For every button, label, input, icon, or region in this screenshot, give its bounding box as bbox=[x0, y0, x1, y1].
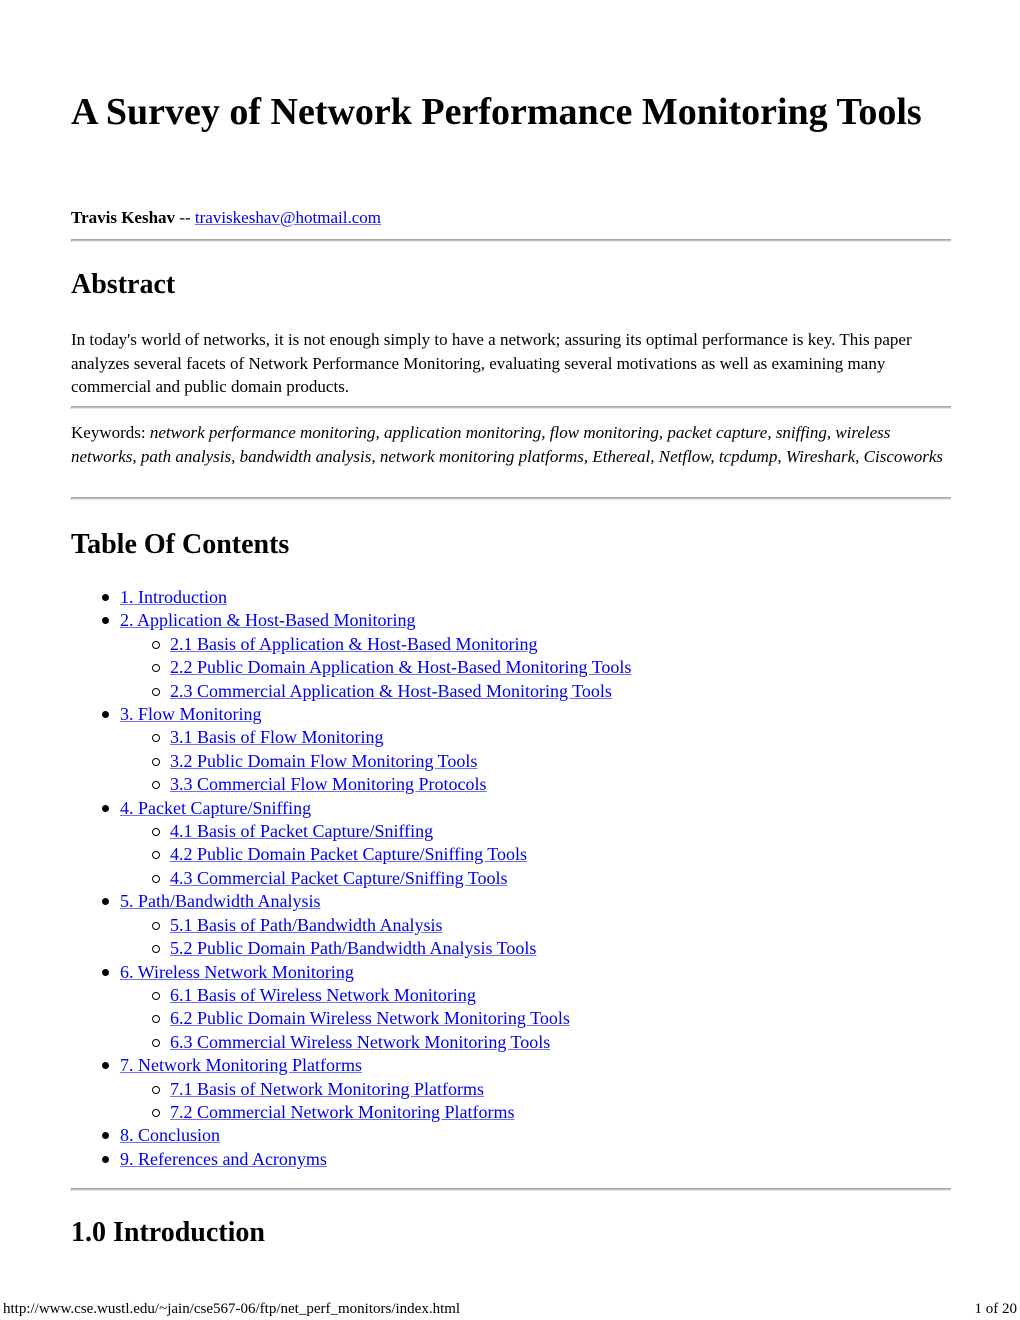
toc-subitem: 2.3 Commercial Application & Host-Based … bbox=[71, 680, 631, 703]
toc-link[interactable]: 1. Introduction bbox=[120, 587, 227, 607]
toc-subitem: 2.2 Public Domain Application & Host-Bas… bbox=[71, 656, 631, 679]
toc-subitem: 4.3 Commercial Packet Capture/Sniffing T… bbox=[71, 867, 631, 890]
divider bbox=[71, 239, 951, 242]
toc-link[interactable]: 8. Conclusion bbox=[120, 1125, 220, 1145]
toc-item: 7. Network Monitoring Platforms bbox=[71, 1054, 631, 1077]
abstract-text: In today's world of networks, it is not … bbox=[71, 330, 912, 396]
toc-item: 1. Introduction bbox=[71, 586, 631, 609]
toc-item: 5. Path/Bandwidth Analysis bbox=[71, 890, 631, 913]
toc-link[interactable]: 3.1 Basis of Flow Monitoring bbox=[170, 727, 384, 747]
divider bbox=[71, 1188, 951, 1191]
toc-subitem: 7.2 Commercial Network Monitoring Platfo… bbox=[71, 1101, 631, 1124]
toc-subitem: 3.3 Commercial Flow Monitoring Protocols bbox=[71, 773, 631, 796]
toc-link[interactable]: 6.3 Commercial Wireless Network Monitori… bbox=[170, 1032, 550, 1052]
footer-page-indicator: 1 of 20 bbox=[974, 1301, 1018, 1317]
toc-link[interactable]: 2.2 Public Domain Application & Host-Bas… bbox=[170, 657, 631, 677]
toc-heading: Table Of Contents bbox=[71, 529, 290, 560]
keywords-label: Keywords: bbox=[71, 423, 150, 442]
toc-link[interactable]: 4. Packet Capture/Sniffing bbox=[120, 798, 311, 818]
toc-subitem: 4.1 Basis of Packet Capture/Sniffing bbox=[71, 820, 631, 843]
author-separator: -- bbox=[175, 208, 195, 227]
author-name: Travis Keshav bbox=[71, 208, 176, 227]
toc-link[interactable]: 6. Wireless Network Monitoring bbox=[120, 962, 354, 982]
toc-link[interactable]: 3.3 Commercial Flow Monitoring Protocols bbox=[170, 774, 487, 794]
toc-subitem: 5.2 Public Domain Path/Bandwidth Analysi… bbox=[71, 937, 631, 960]
toc-subitem: 2.1 Basis of Application & Host-Based Mo… bbox=[71, 633, 631, 656]
divider bbox=[71, 497, 951, 500]
toc-subitem: 3.2 Public Domain Flow Monitoring Tools bbox=[71, 750, 631, 773]
toc-link[interactable]: 7. Network Monitoring Platforms bbox=[120, 1055, 362, 1075]
toc-link[interactable]: 2.1 Basis of Application & Host-Based Mo… bbox=[170, 634, 537, 654]
toc-link[interactable]: 4.2 Public Domain Packet Capture/Sniffin… bbox=[170, 844, 527, 864]
toc-subitem: 6.2 Public Domain Wireless Network Monit… bbox=[71, 1007, 631, 1030]
toc-link[interactable]: 4.3 Commercial Packet Capture/Sniffing T… bbox=[170, 868, 508, 888]
toc-link[interactable]: 5.1 Basis of Path/Bandwidth Analysis bbox=[170, 915, 443, 935]
toc-link[interactable]: 6.2 Public Domain Wireless Network Monit… bbox=[170, 1008, 570, 1028]
toc-item: 6. Wireless Network Monitoring bbox=[71, 961, 631, 984]
toc-subitem: 5.1 Basis of Path/Bandwidth Analysis bbox=[71, 914, 631, 937]
toc-item: 4. Packet Capture/Sniffing bbox=[71, 797, 631, 820]
toc-link[interactable]: 4.1 Basis of Packet Capture/Sniffing bbox=[170, 821, 433, 841]
author-line: Travis Keshav -- traviskeshav@hotmail.co… bbox=[71, 207, 381, 229]
divider bbox=[71, 406, 951, 409]
keywords: Keywords: network performance monitoring… bbox=[71, 421, 951, 468]
table-of-contents: 1. Introduction 2. Application & Host-Bas… bbox=[71, 586, 631, 1171]
page-title: A Survey of Network Performance Monitori… bbox=[71, 91, 922, 133]
toc-link[interactable]: 2. Application & Host-Based Monitoring bbox=[120, 610, 415, 630]
toc-link[interactable]: 6.1 Basis of Wireless Network Monitoring bbox=[170, 985, 476, 1005]
toc-link[interactable]: 9. References and Acronyms bbox=[120, 1149, 327, 1169]
toc-subitem: 3.1 Basis of Flow Monitoring bbox=[71, 726, 631, 749]
toc-item: 2. Application & Host-Based Monitoring bbox=[71, 609, 631, 632]
toc-link[interactable]: 3.2 Public Domain Flow Monitoring Tools bbox=[170, 751, 477, 771]
toc-link[interactable]: 7.1 Basis of Network Monitoring Platform… bbox=[170, 1079, 484, 1099]
section-heading-introduction: 1.0 Introduction bbox=[71, 1217, 265, 1248]
footer-url: http://www.cse.wustl.edu/~jain/cse567-06… bbox=[3, 1301, 461, 1317]
toc-item: 3. Flow Monitoring bbox=[71, 703, 631, 726]
toc-link[interactable]: 5. Path/Bandwidth Analysis bbox=[120, 891, 321, 911]
toc-subitem: 6.1 Basis of Wireless Network Monitoring bbox=[71, 984, 631, 1007]
toc-link[interactable]: 7.2 Commercial Network Monitoring Platfo… bbox=[170, 1102, 514, 1122]
toc-item: 8. Conclusion bbox=[71, 1124, 631, 1147]
toc-subitem: 6.3 Commercial Wireless Network Monitori… bbox=[71, 1031, 631, 1054]
toc-link[interactable]: 3. Flow Monitoring bbox=[120, 704, 262, 724]
toc-item: 9. References and Acronyms bbox=[71, 1148, 631, 1171]
keywords-list: network performance monitoring, applicat… bbox=[71, 423, 944, 466]
toc-subitem: 4.2 Public Domain Packet Capture/Sniffin… bbox=[71, 843, 631, 866]
abstract-heading: Abstract bbox=[71, 269, 176, 300]
toc-subitem: 7.1 Basis of Network Monitoring Platform… bbox=[71, 1078, 631, 1101]
toc-link[interactable]: 5.2 Public Domain Path/Bandwidth Analysi… bbox=[170, 938, 536, 958]
toc-link[interactable]: 2.3 Commercial Application & Host-Based … bbox=[170, 681, 612, 701]
author-email-link[interactable]: traviskeshav@hotmail.com bbox=[195, 208, 381, 227]
